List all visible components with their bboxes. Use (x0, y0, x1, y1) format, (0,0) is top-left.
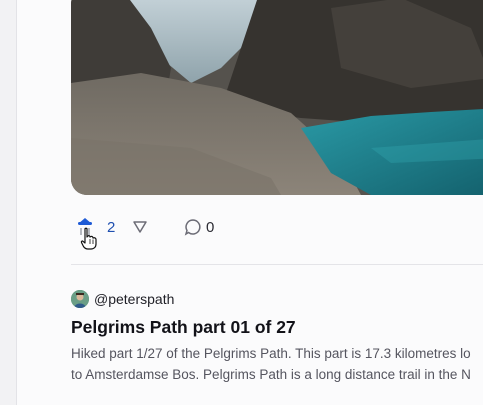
author-username[interactable]: @peterspath (94, 291, 174, 307)
comment-count: 0 (206, 219, 215, 236)
vote-count: 2 (107, 219, 116, 236)
post-body-line: Hiked part 1/27 of the Pelgrims Path. Th… (71, 346, 471, 361)
post-divider (71, 264, 483, 265)
post-body: Hiked part 1/27 of the Pelgrims Path. Th… (71, 343, 483, 385)
post-author[interactable]: @peterspath (71, 290, 371, 310)
downvote-arrow-icon (133, 221, 147, 233)
post-actions-bar: 2 0 (71, 212, 471, 242)
avatar[interactable] (71, 290, 89, 308)
comment-bubble-icon (184, 219, 201, 236)
hand-pointer-cursor-icon (79, 227, 99, 251)
downvote-button[interactable] (132, 219, 148, 235)
comment-button[interactable] (184, 218, 202, 236)
post-title[interactable]: Pelgrims Path part 01 of 27 (71, 317, 296, 338)
left-sidebar-rail (0, 0, 17, 405)
post-photo[interactable] (71, 0, 483, 195)
post-body-line: to Amsterdamse Bos. Pelgrims Path is a l… (71, 367, 471, 382)
mountain-lake-image (71, 0, 483, 195)
